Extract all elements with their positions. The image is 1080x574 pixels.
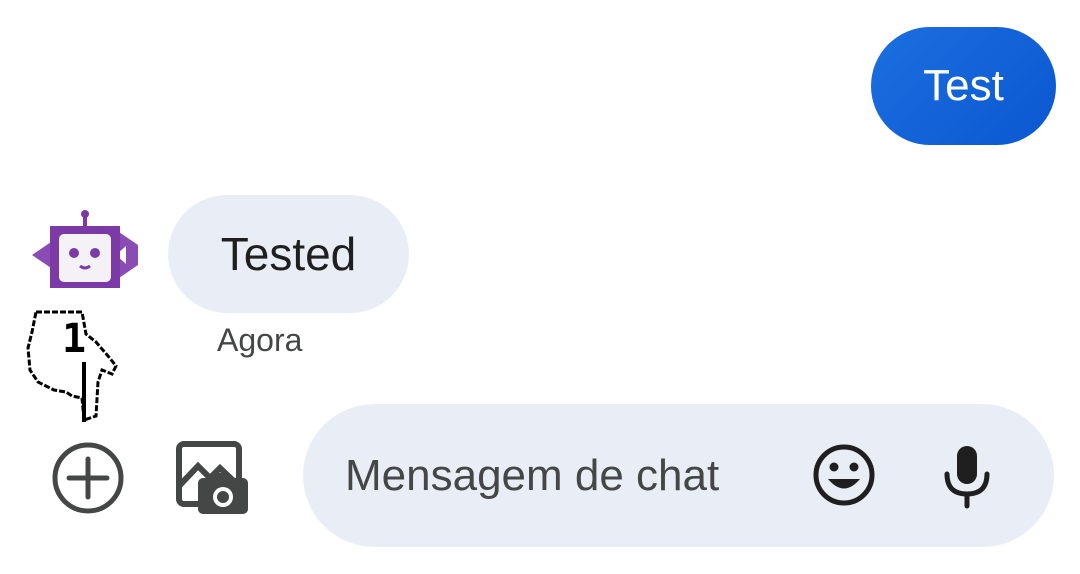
sent-message-text: Test xyxy=(923,61,1004,110)
robot-icon xyxy=(32,210,138,288)
emoji-icon xyxy=(813,444,875,506)
compose-bar xyxy=(303,404,1054,547)
add-attachment-button[interactable] xyxy=(50,440,126,516)
pointer-hand-cursor-overlay: 1 xyxy=(24,304,124,426)
bot-avatar[interactable] xyxy=(30,208,140,290)
received-message-bubble[interactable]: Tested xyxy=(168,195,409,313)
sent-message-bubble[interactable]: Test xyxy=(871,27,1056,145)
microphone-icon xyxy=(944,446,990,509)
gallery-camera-button[interactable] xyxy=(172,440,252,518)
gallery-camera-icon xyxy=(176,441,248,514)
emoji-button[interactable] xyxy=(811,442,877,508)
voice-input-button[interactable] xyxy=(939,442,995,510)
message-timestamp: Agora xyxy=(217,322,303,358)
cursor-step-number: 1 xyxy=(61,316,87,362)
chat-message-input[interactable] xyxy=(345,404,815,547)
received-message-text: Tested xyxy=(220,228,357,280)
add-circle-icon xyxy=(52,442,124,514)
